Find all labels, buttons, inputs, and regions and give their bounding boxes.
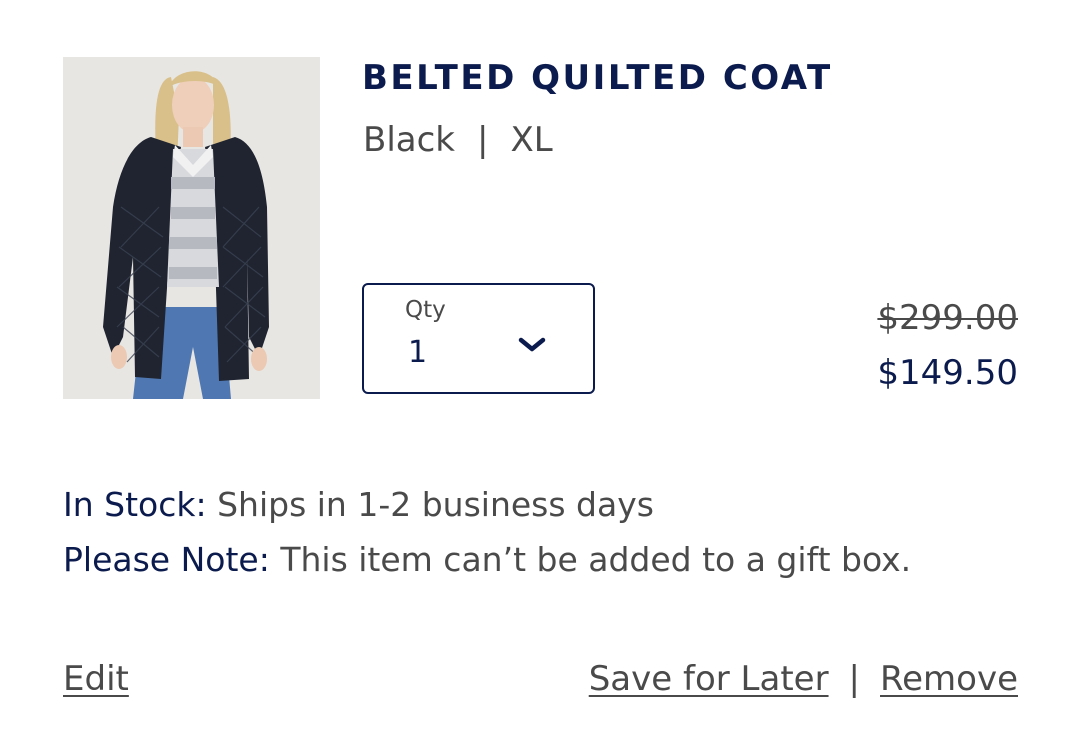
stock-text: Ships in 1-2 business days: [217, 485, 654, 524]
edit-link[interactable]: Edit: [63, 659, 129, 699]
sale-price: $149.50: [877, 353, 1018, 393]
item-actions: Save for Later | Remove: [589, 659, 1018, 699]
actions-divider: |: [848, 659, 861, 699]
original-price: $299.00: [877, 298, 1018, 338]
product-title[interactable]: BELTED QUILTED COAT: [362, 58, 833, 98]
chevron-down-icon: [518, 337, 546, 352]
variant-separator: |: [477, 120, 489, 160]
product-image[interactable]: [63, 57, 320, 399]
variant-color: Black: [363, 120, 455, 160]
stock-label: In Stock:: [63, 485, 207, 524]
quantity-value: 1: [408, 335, 428, 370]
product-photo: [63, 57, 320, 399]
quantity-select[interactable]: Qty 1: [362, 283, 595, 394]
stock-status: In Stock: Ships in 1-2 business days: [63, 485, 654, 524]
gift-note: Please Note: This item can’t be added to…: [63, 540, 911, 579]
variant-size: XL: [510, 120, 553, 160]
save-for-later-link[interactable]: Save for Later: [589, 659, 829, 699]
note-text: This item can’t be added to a gift box.: [280, 540, 912, 579]
product-variant: Black | XL: [363, 120, 553, 160]
note-label: Please Note:: [63, 540, 270, 579]
remove-link[interactable]: Remove: [880, 659, 1018, 699]
quantity-label: Qty: [405, 297, 446, 323]
